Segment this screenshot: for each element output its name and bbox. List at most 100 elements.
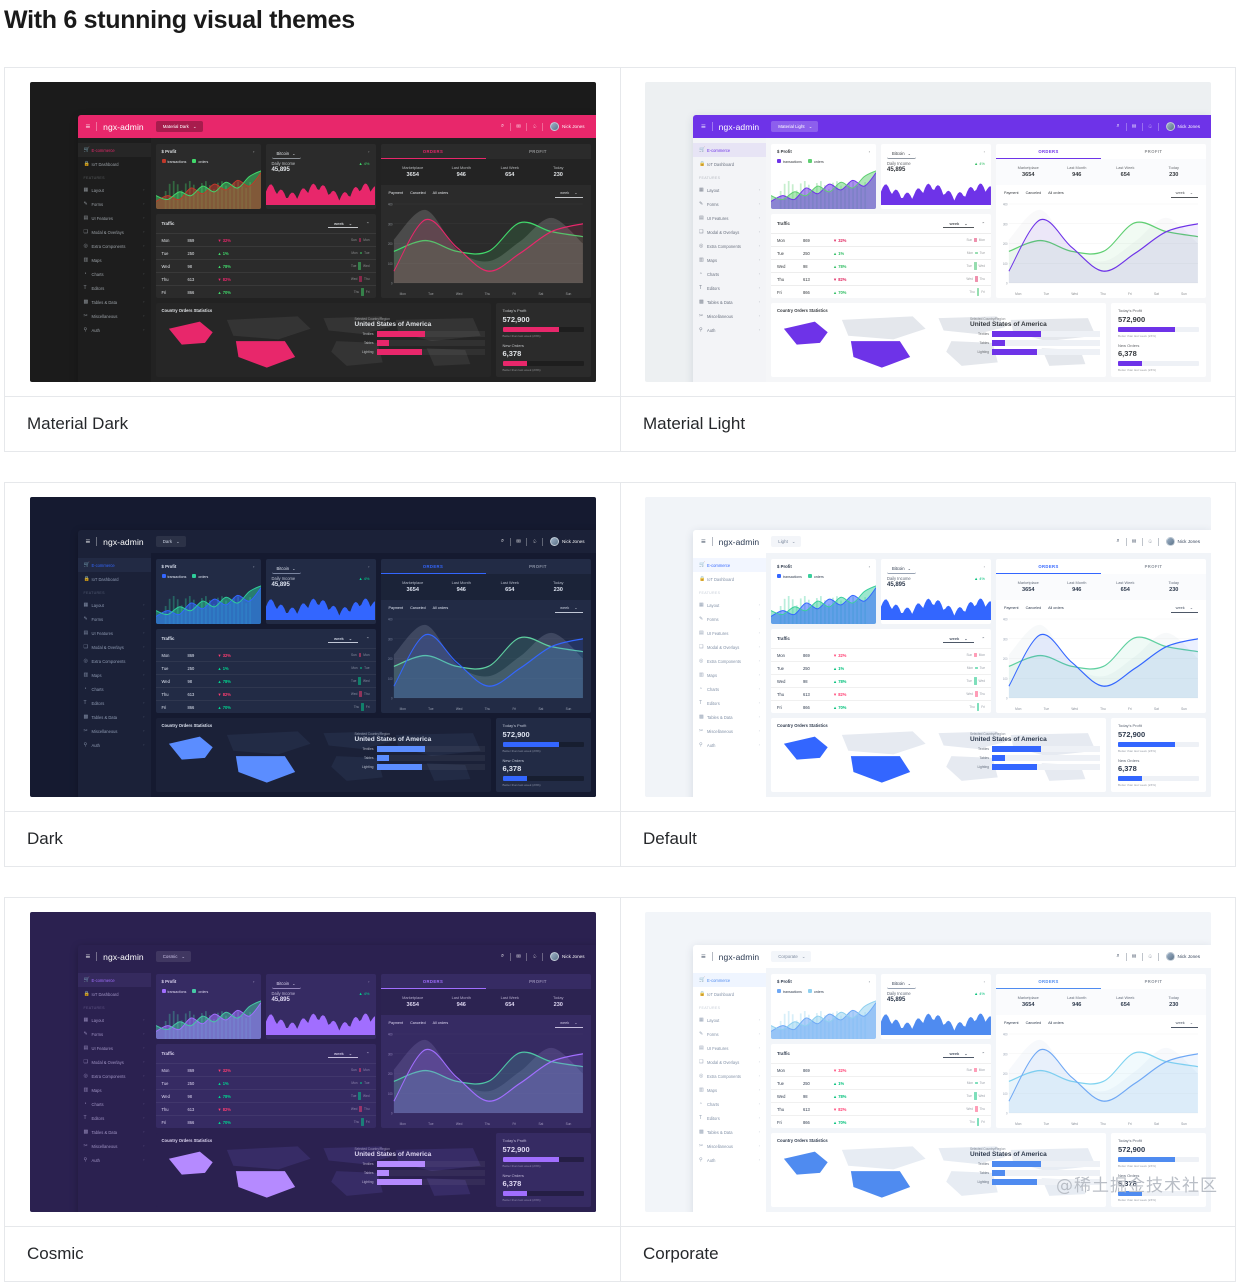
bitcoin-selector[interactable]: Bitcoin ⌄ [271,979,301,989]
sidebar-item-auth[interactable]: ⚲ Auth › [78,738,151,752]
sidebar-item-e-commerce[interactable]: 🛒 E-commerce [77,558,151,572]
traffic-card[interactable]: Traffic week ⌄ ⌃ Mon 869 ▼ 32% Sun Mon Tue 250 ▲ 1%… [771,214,991,298]
sidebar-item-auth[interactable]: ⚲ Auth › [693,738,766,752]
bell-icon[interactable]: ♤ [529,124,540,130]
bell-icon[interactable]: ♤ [529,539,540,545]
profit-card[interactable]: $ Profit › transactions orders [771,974,876,1039]
theme-card-corporate[interactable]: ≡ ngx-admin Corporate ⌄ ⌕ ✉ ♤ Nick Jones 🛒 E-comm… [620,897,1236,1282]
sidebar-item-miscellaneous[interactable]: ✂ Miscellaneous › [693,309,766,323]
sidebar-item-forms[interactable]: ✎ Forms › [78,612,151,626]
sidebar-item-tables-data[interactable]: ▩ Tables & Data › [693,1125,766,1139]
chevron-right-icon[interactable]: › [253,149,254,154]
sidebar-item-modal-overlays[interactable]: ❑ Modal & Overlays › [693,640,766,654]
orders-card[interactable]: ORDERS PROFIT Marketplace 3654 Last Month 946… [996,144,1206,298]
sidebar-item-ui-features[interactable]: ▤ UI Features › [693,211,766,225]
orders-card[interactable]: ORDERS PROFIT Marketplace 3654 Last Month 946… [996,559,1206,713]
app-brand[interactable]: ngx-admin [103,952,144,962]
country-orders-card[interactable]: Country Orders Statistics Selected Countr… [771,718,1106,792]
sidebar-item-modal-overlays[interactable]: ❑ Modal & Overlays › [693,225,766,239]
sidebar-item-auth[interactable]: ⚲ Auth › [693,323,766,337]
profit-card[interactable]: $ Profit › transactions orders [155,974,261,1039]
orders-period-selector[interactable]: week ⌄ [555,1019,583,1028]
sidebar-item-e-commerce[interactable]: 🛒 E-commerce [77,973,151,987]
bitcoin-card[interactable]: Bitcoin ⌄ › Daily Income 45,895 ▲ 4% [881,144,991,209]
sidebar-item-layout[interactable]: ▦ Layout › [693,1013,766,1027]
theme-selector[interactable]: Dark ⌄ [155,536,186,547]
sidebar-item-extra-components[interactable]: ◎ Extra Components › [693,1069,766,1083]
sidebar-item-ui-features[interactable]: ▤ UI Features › [693,1041,766,1055]
orders-card[interactable]: ORDERS PROFIT Marketplace 3654 Last Month 946… [996,974,1206,1128]
app-brand[interactable]: ngx-admin [103,537,144,547]
search-icon[interactable]: ⌕ [1113,123,1124,130]
sidebar-item-miscellaneous[interactable]: ✂ Miscellaneous › [693,1139,766,1153]
orders-card[interactable]: ORDERS PROFIT Marketplace 3654 Last Month 946… [380,144,591,298]
country-orders-card[interactable]: Country Orders Statistics Selected Countr… [155,303,491,377]
sidebar-item-layout[interactable]: ▦ Layout › [693,598,766,612]
tab-profit[interactable]: PROFIT [1101,974,1206,989]
sidebar-item-extra-components[interactable]: ◎ Extra Components › [78,654,151,668]
profit-card[interactable]: $ Profit › transactions orders [155,144,261,209]
avatar[interactable] [550,122,560,131]
sidebar-item-extra-components[interactable]: ◎ Extra Components › [693,239,766,253]
bell-icon[interactable]: ♤ [1145,539,1156,545]
tab-profit[interactable]: PROFIT [1101,559,1206,574]
profit-summary-card[interactable]: Today's Profit 572,900 Better than last we… [495,1133,591,1207]
chevron-up-icon[interactable]: ⌃ [366,1051,369,1056]
bell-icon[interactable]: ♤ [1145,124,1156,130]
orders-period-selector[interactable]: week ⌄ [1170,1019,1198,1028]
avatar[interactable] [1165,537,1175,546]
sidebar-item-tables-data[interactable]: ▩ Tables & Data › [78,295,151,309]
sidebar-item-forms[interactable]: ✎ Forms › [693,197,766,211]
tab-profit[interactable]: PROFIT [486,974,591,989]
traffic-period-selector[interactable]: week ⌄ [943,219,974,228]
sidebar-item-maps[interactable]: ▥ Maps › [78,253,151,267]
theme-card-dark[interactable]: ≡ ngx-admin Dark ⌄ ⌕ ✉ ♤ Nick Jones 🛒 E-commerce 🔒… [4,482,620,867]
bitcoin-card[interactable]: Bitcoin ⌄ › Daily Income 45,895 ▲ 4% [881,974,991,1039]
email-icon[interactable]: ✉ [1129,954,1140,960]
sidebar-item-editors[interactable]: T Editors › [78,281,151,295]
orders-card[interactable]: ORDERS PROFIT Marketplace 3654 Last Month 946… [380,974,591,1128]
email-icon[interactable]: ✉ [513,539,524,545]
sidebar-item-ui-features[interactable]: ▤ UI Features › [78,211,151,225]
hamburger-menu-icon[interactable]: ≡ [86,537,91,546]
profit-summary-card[interactable]: Today's Profit 572,900 Better than last we… [1111,303,1206,377]
avatar[interactable] [1165,952,1175,961]
email-icon[interactable]: ✉ [1129,124,1140,130]
tab-orders[interactable]: ORDERS [380,974,486,989]
avatar[interactable] [1165,122,1175,131]
sidebar-item-tables-data[interactable]: ▩ Tables & Data › [78,1125,151,1139]
theme-selector[interactable]: Material Light ⌄ [771,121,819,132]
bitcoin-card[interactable]: Bitcoin ⌄ › Daily Income 45,895 ▲ 4% [265,974,376,1039]
chevron-up-icon[interactable]: ⌃ [366,636,369,641]
chevron-up-icon[interactable]: ⌃ [366,221,369,226]
hamburger-menu-icon[interactable]: ≡ [701,952,706,961]
sidebar-item-maps[interactable]: ▥ Maps › [693,253,766,267]
traffic-card[interactable]: Traffic week ⌄ ⌃ Mon 869 ▼ 32% Sun Mon Tue 250 ▲ 1%… [771,1044,991,1128]
sidebar-item-iot-dashboard[interactable]: 🔒 IoT Dashboard [78,157,151,171]
sidebar-item-editors[interactable]: T Editors › [78,1111,151,1125]
sidebar-item-auth[interactable]: ⚲ Auth › [78,1153,151,1167]
search-icon[interactable]: ⌕ [1113,538,1124,545]
sidebar-item-maps[interactable]: ▥ Maps › [78,1083,151,1097]
chevron-right-icon[interactable]: › [984,149,985,154]
search-icon[interactable]: ⌕ [1113,953,1124,960]
tab-profit[interactable]: PROFIT [1101,144,1206,159]
sidebar-item-layout[interactable]: ▦ Layout › [78,1013,151,1027]
chevron-up-icon[interactable]: ⌃ [982,1051,985,1056]
traffic-card[interactable]: Traffic week ⌄ ⌃ Mon 869 ▼ 32% Sun Mon Tue 250 ▲ 1%… [155,214,376,298]
chevron-right-icon[interactable]: › [253,564,254,569]
bitcoin-card[interactable]: Bitcoin ⌄ › Daily Income 45,895 ▲ 4% [881,559,991,624]
email-icon[interactable]: ✉ [513,124,524,130]
sidebar-item-miscellaneous[interactable]: ✂ Miscellaneous › [78,309,151,323]
sidebar-item-charts[interactable]: ◔ Charts › [78,267,151,281]
theme-card-material-dark[interactable]: ≡ ngx-admin Material Dark ⌄ ⌕ ✉ ♤ Nick Jones 🛒 E-… [4,67,620,452]
chevron-right-icon[interactable]: › [984,564,985,569]
sidebar-item-iot-dashboard[interactable]: 🔒 IoT Dashboard [78,987,151,1001]
sidebar-item-forms[interactable]: ✎ Forms › [693,612,766,626]
sidebar-item-charts[interactable]: ◔ Charts › [693,1097,766,1111]
sidebar-item-tables-data[interactable]: ▩ Tables & Data › [78,710,151,724]
tab-orders[interactable]: ORDERS [380,144,486,159]
avatar[interactable] [550,537,560,546]
sidebar-item-modal-overlays[interactable]: ❑ Modal & Overlays › [78,225,151,239]
bitcoin-selector[interactable]: Bitcoin ⌄ [271,149,301,159]
